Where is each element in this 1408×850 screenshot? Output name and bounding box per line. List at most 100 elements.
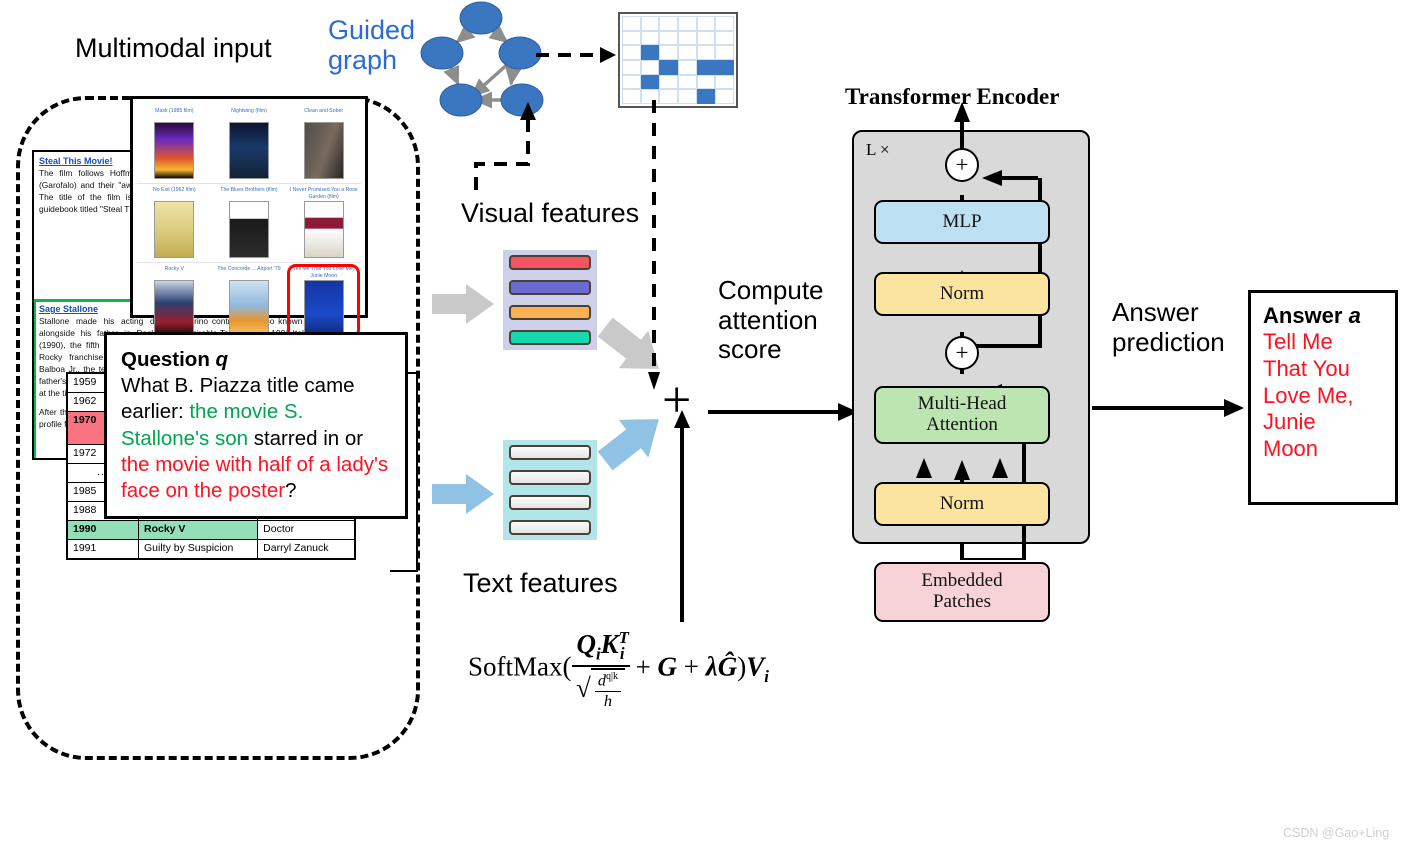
attention-matrix-cell — [640, 60, 660, 75]
poster-thumbnail — [303, 280, 344, 337]
mha-line2: Attention — [926, 414, 998, 435]
question-red-clause: the movie with half of a lady's face on … — [121, 452, 389, 503]
attention-matrix-cell — [640, 74, 660, 90]
poster-cell[interactable]: I Never Promised You a Rose Garden (film… — [286, 184, 361, 263]
poster-caption: No Exit (1962 film) — [152, 187, 196, 193]
visual-feature-bar-2 — [509, 280, 591, 295]
answer-line: Junie — [1263, 409, 1316, 435]
poster-caption: Tell Me That You Love Me, Junie Moon — [293, 266, 355, 278]
text-input-arrow — [432, 474, 494, 514]
poster-cell[interactable]: The Blues Brothers (film) — [211, 184, 287, 263]
text-feature-bar-4 — [509, 520, 591, 535]
encoder-mlp-block: MLP — [874, 200, 1050, 244]
attention-matrix-cell — [715, 60, 734, 75]
poster-cell[interactable]: Clean and Sober — [286, 105, 361, 184]
question-body: What B. Piazza title came earlier: the m… — [121, 373, 391, 504]
poster-caption: I Never Promised You a Rose Garden (film… — [289, 187, 358, 199]
formula-softmax: SoftMax( — [468, 651, 572, 682]
attention-to-graph-feedback-arrow — [474, 102, 536, 190]
guided-graph-label-line2: graph — [328, 44, 398, 75]
embedded-line2: Patches — [932, 591, 992, 612]
poster-cell[interactable]: Mask (1985 film) — [137, 105, 212, 184]
poster-cell[interactable]: No Exit (1962 film) — [137, 184, 212, 263]
answer-line: Moon — [1263, 436, 1319, 462]
visual-feature-bar-4 — [509, 330, 591, 345]
attention-formula: SoftMax(QiKTi √ dq|k h + G + λĜ)Vi — [468, 628, 769, 711]
formula-fraction: QiKTi √ dq|k h — [571, 628, 630, 711]
text-feature-stack — [503, 440, 597, 540]
poster-thumbnail — [228, 280, 269, 337]
attention-matrix-cell — [659, 30, 678, 46]
formula-sqrt: √ dq|k h — [576, 668, 626, 710]
attention-matrix-cell — [677, 60, 697, 75]
answer-text: Tell Me That You Love Me, Junie Moon — [1263, 329, 1383, 463]
formula-Q: Q — [576, 629, 597, 659]
formula-d-sup: q|k — [605, 671, 619, 683]
guided-graph-label-line1: Guided — [328, 15, 416, 45]
graph-to-matrix-arrow — [536, 47, 616, 63]
attention-matrix-cell — [622, 74, 641, 90]
attention-matrix — [618, 12, 738, 108]
visual-features-label: Visual features — [461, 198, 640, 228]
poster-thumbnail — [154, 280, 195, 337]
poster-thumbnail — [154, 201, 195, 258]
attention-matrix-cell — [696, 60, 716, 75]
poster-cell[interactable]: Nightwing (film) — [211, 105, 287, 184]
encoder-residual-add-bottom: + — [945, 336, 979, 370]
question-part3: ? — [285, 479, 297, 503]
attention-matrix-cell — [696, 16, 716, 31]
answer-line: Tell Me — [1263, 329, 1333, 354]
attention-matrix-cell — [677, 89, 697, 104]
formula-G: G — [657, 651, 678, 682]
attention-matrix-cell — [640, 45, 660, 60]
attention-matrix-cell — [659, 74, 678, 90]
table-cell-title: Guilty by Suspicion — [137, 538, 259, 560]
table-cell-title: Rocky V — [137, 519, 259, 540]
poster-thumbnail — [303, 122, 344, 179]
figure-canvas: Multimodal input Guided graph Steal This… — [0, 0, 1408, 850]
attention-matrix-grid — [622, 16, 734, 104]
movie-poster-grid: Mask (1985 film) Nightwing (film) Clean an… — [130, 96, 368, 342]
mha-line1: Multi-Head — [917, 393, 1007, 415]
visual-input-arrow — [432, 284, 494, 324]
poster-cell[interactable]: Rocky V — [137, 263, 212, 342]
attention-matrix-cell — [622, 30, 641, 46]
compute-attention-line2: attention — [718, 304, 818, 335]
graph-node — [459, 1, 503, 35]
table-cell-year: 1990 — [66, 519, 139, 540]
text-features-label: Text features — [463, 568, 618, 598]
visual-feature-stack — [503, 250, 597, 350]
guided-graph-label: Guided graph — [328, 15, 428, 75]
formula-K-sub: i — [619, 644, 625, 664]
poster-cell[interactable]: The Concorde ... Airport '79 — [211, 263, 287, 342]
attention-matrix-cell — [677, 74, 697, 90]
attention-matrix-cell — [696, 45, 716, 60]
answer-line: Love Me, — [1263, 382, 1354, 408]
graph-node — [420, 36, 464, 70]
attention-matrix-cell — [659, 89, 678, 104]
question-part2: starred in or — [248, 426, 364, 450]
answer-prediction-label: Answer prediction — [1112, 297, 1242, 357]
question-heading-text: Question — [121, 348, 210, 371]
formula-h: h — [603, 691, 612, 710]
attention-matrix-cell — [696, 89, 716, 104]
formula-lambda: λ — [705, 651, 718, 682]
answer-card: Answer a Tell Me That You Love Me, Junie Moo… — [1248, 290, 1398, 505]
poster-cell[interactable]: Tell Me That You Love Me, Junie Moon — [286, 263, 361, 342]
embedded-patches-block: Embedded Patches — [874, 562, 1050, 622]
attention-matrix-cell — [715, 30, 734, 46]
attention-matrix-cell — [677, 45, 697, 60]
answer-prediction-line1: Answer — [1112, 297, 1199, 327]
formula-plus-2: + — [683, 651, 700, 682]
poster-caption: Nightwing (film) — [231, 108, 267, 114]
question-heading-variable: q — [215, 348, 229, 371]
question-heading: Question q — [121, 347, 391, 373]
table-row: 1991 Guilty by Suspicion Darryl Zanuck — [66, 538, 356, 560]
poster-caption: Rocky V — [164, 266, 184, 272]
table-row: 1990 Rocky V Doctor — [66, 519, 356, 540]
text-feature-bar-1 — [509, 445, 591, 460]
poster-caption: The Blues Brothers (film) — [220, 187, 278, 193]
attention-matrix-cell — [622, 16, 641, 31]
compute-attention-line3: score — [718, 334, 782, 365]
fusion-to-encoder-arrow — [674, 403, 858, 622]
